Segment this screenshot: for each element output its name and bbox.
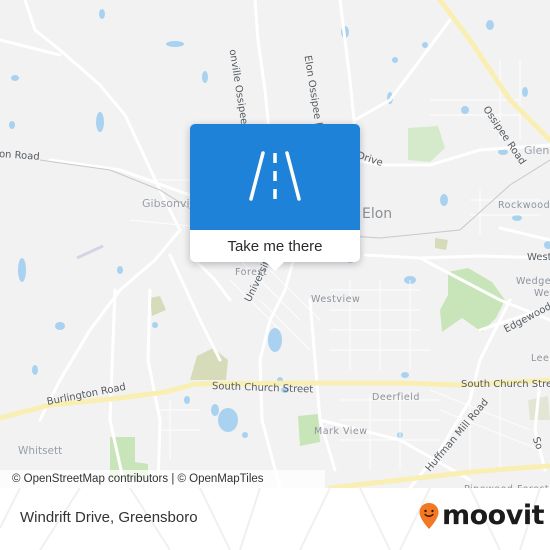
place-label-gibsonville: Gibsonvi [142, 197, 190, 210]
moovit-logo[interactable]: moovit [418, 500, 545, 531]
place-name: Windrift Drive, Greensboro [20, 509, 198, 526]
place-label-deerfield: Deerfield [372, 392, 420, 403]
place-label-westview: Westview [311, 294, 361, 305]
take-me-there-button[interactable]: Take me there [190, 230, 360, 262]
map-view[interactable]: onville Ossipee Road Elon Ossipee Road O… [0, 0, 550, 488]
place-label-whitsett: Whitsett [18, 445, 63, 457]
place-label-mark-view: Mark View [314, 426, 368, 437]
location-popup: Take me there [190, 124, 360, 271]
popup-header [190, 124, 360, 230]
popup-pointer [266, 262, 284, 271]
map-attribution[interactable]: © OpenStreetMap contributors | © OpenMap… [0, 470, 325, 488]
footer-bar: Windrift Drive, Greensboro moovit [0, 488, 550, 550]
road-label-west: West [527, 252, 550, 263]
moovit-pin-icon [419, 502, 439, 529]
place-label-westbrook-forest: Forest [235, 267, 268, 278]
place-label-we: We [534, 288, 550, 299]
place-label-elon: Elon [362, 206, 393, 222]
place-label-wedgewood: Wedge [516, 276, 550, 287]
road-label-south-church-street-east: South Church Stre [461, 379, 550, 390]
place-label-rockwood: Rockwood [498, 200, 550, 211]
road-icon [249, 151, 301, 201]
place-label-lee: Lee [531, 353, 550, 364]
place-label-glen: Glen [524, 144, 550, 157]
moovit-wordmark: moovit [442, 500, 545, 531]
